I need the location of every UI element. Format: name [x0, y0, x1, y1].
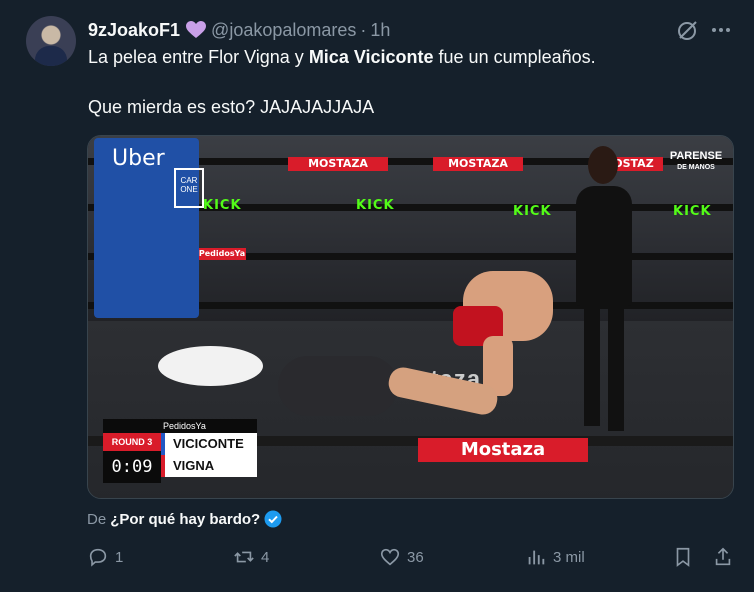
- reply-button[interactable]: 1: [87, 546, 123, 568]
- fighter-1-name: VICICONTE: [161, 433, 257, 455]
- kick-banner: KICK: [203, 198, 242, 213]
- tweet-text-line-2: Que mierda es esto? JAJAJAJJAJA: [88, 97, 375, 117]
- pedidosya-banner: PedidosYa: [198, 248, 246, 260]
- blue-corner-post: Uber CAR ONE: [94, 138, 204, 318]
- uber-logo: Uber: [112, 146, 165, 171]
- view-count: 3 mil: [553, 548, 585, 566]
- car-one-sign: CAR ONE: [174, 168, 204, 208]
- mostaza-banner: MOSTAZA: [433, 157, 523, 171]
- source-prefix: De: [87, 510, 107, 528]
- show-logo: PARENSE DE MANOS: [668, 150, 724, 186]
- repost-button[interactable]: 4: [233, 546, 269, 568]
- share-button[interactable]: [712, 546, 734, 568]
- mostaza-banner: MOSTAZA: [288, 157, 388, 171]
- scoreboard-brand: PedidosYa: [103, 419, 257, 433]
- show-logo-subtitle: DE MANOS: [677, 164, 715, 171]
- kick-banner: KICK: [356, 198, 395, 213]
- referee: [558, 141, 638, 431]
- kick-banner: KICK: [673, 204, 712, 219]
- purple-heart-icon: [186, 21, 207, 39]
- fighter-2-name: VIGNA: [161, 455, 257, 477]
- handle[interactable]: @joakopalomares: [211, 20, 356, 41]
- kick-banner: KICK: [513, 204, 552, 219]
- timestamp[interactable]: 1h: [370, 20, 390, 41]
- round-clock: 0:09: [103, 451, 161, 483]
- display-name[interactable]: 9zJoakoF1: [88, 20, 180, 41]
- action-bar: 1 4 36 3 mil: [87, 546, 734, 572]
- share-icon: [715, 547, 731, 566]
- tweet-text-part: La pelea entre Flor Vigna y: [88, 47, 309, 67]
- boxing-photo: MOSTAZA MOSTAZA MOSTAZ KICK KICK KICK KI…: [88, 136, 733, 498]
- analytics-icon: [528, 550, 545, 565]
- repost-icon: [234, 551, 254, 563]
- separator-dot: ·: [360, 19, 367, 40]
- verified-badge-icon: [264, 510, 282, 528]
- source-attribution: De ¿Por qué hay bardo?: [87, 510, 282, 528]
- source-link[interactable]: ¿Por qué hay bardo?: [110, 511, 260, 528]
- tweet-text-bold: Mica Viciconte: [308, 47, 434, 67]
- like-count: 36: [407, 548, 424, 566]
- bookmark-button[interactable]: [672, 546, 694, 568]
- tweet-header: 9zJoakoF1 @joakopalomares · 1h: [88, 18, 390, 42]
- tweet-text-part: fue un cumpleaños.: [433, 47, 596, 67]
- reply-count: 1: [115, 548, 124, 566]
- avatar[interactable]: [26, 16, 76, 66]
- mostaza-floor-banner: Mostaza: [418, 438, 588, 462]
- grok-icon[interactable]: [676, 18, 700, 42]
- tweet[interactable]: 9zJoakoF1 @joakopalomares · 1h La pelea …: [0, 0, 754, 592]
- bookmark-icon: [676, 547, 690, 567]
- repost-count: 4: [261, 548, 270, 566]
- fighter-knocked-down: [278, 341, 500, 436]
- round-label: ROUND 3: [103, 433, 161, 451]
- more-options-icon[interactable]: [709, 18, 733, 42]
- views-button[interactable]: 3 mil: [525, 546, 585, 568]
- tweet-media[interactable]: MOSTAZA MOSTAZA MOSTAZ KICK KICK KICK KI…: [87, 135, 734, 499]
- scoreboard: PedidosYa ROUND 3 0:09 VICICONTE VIGNA: [103, 419, 257, 483]
- reply-icon: [89, 548, 107, 567]
- like-button[interactable]: 36: [379, 546, 424, 568]
- show-logo-title: PARENSE: [669, 150, 723, 162]
- tweet-text-line-1: La pelea entre Flor Vigna y Mica Vicicon…: [88, 47, 596, 68]
- spotify-logo: [158, 346, 263, 386]
- heart-icon: [380, 548, 400, 566]
